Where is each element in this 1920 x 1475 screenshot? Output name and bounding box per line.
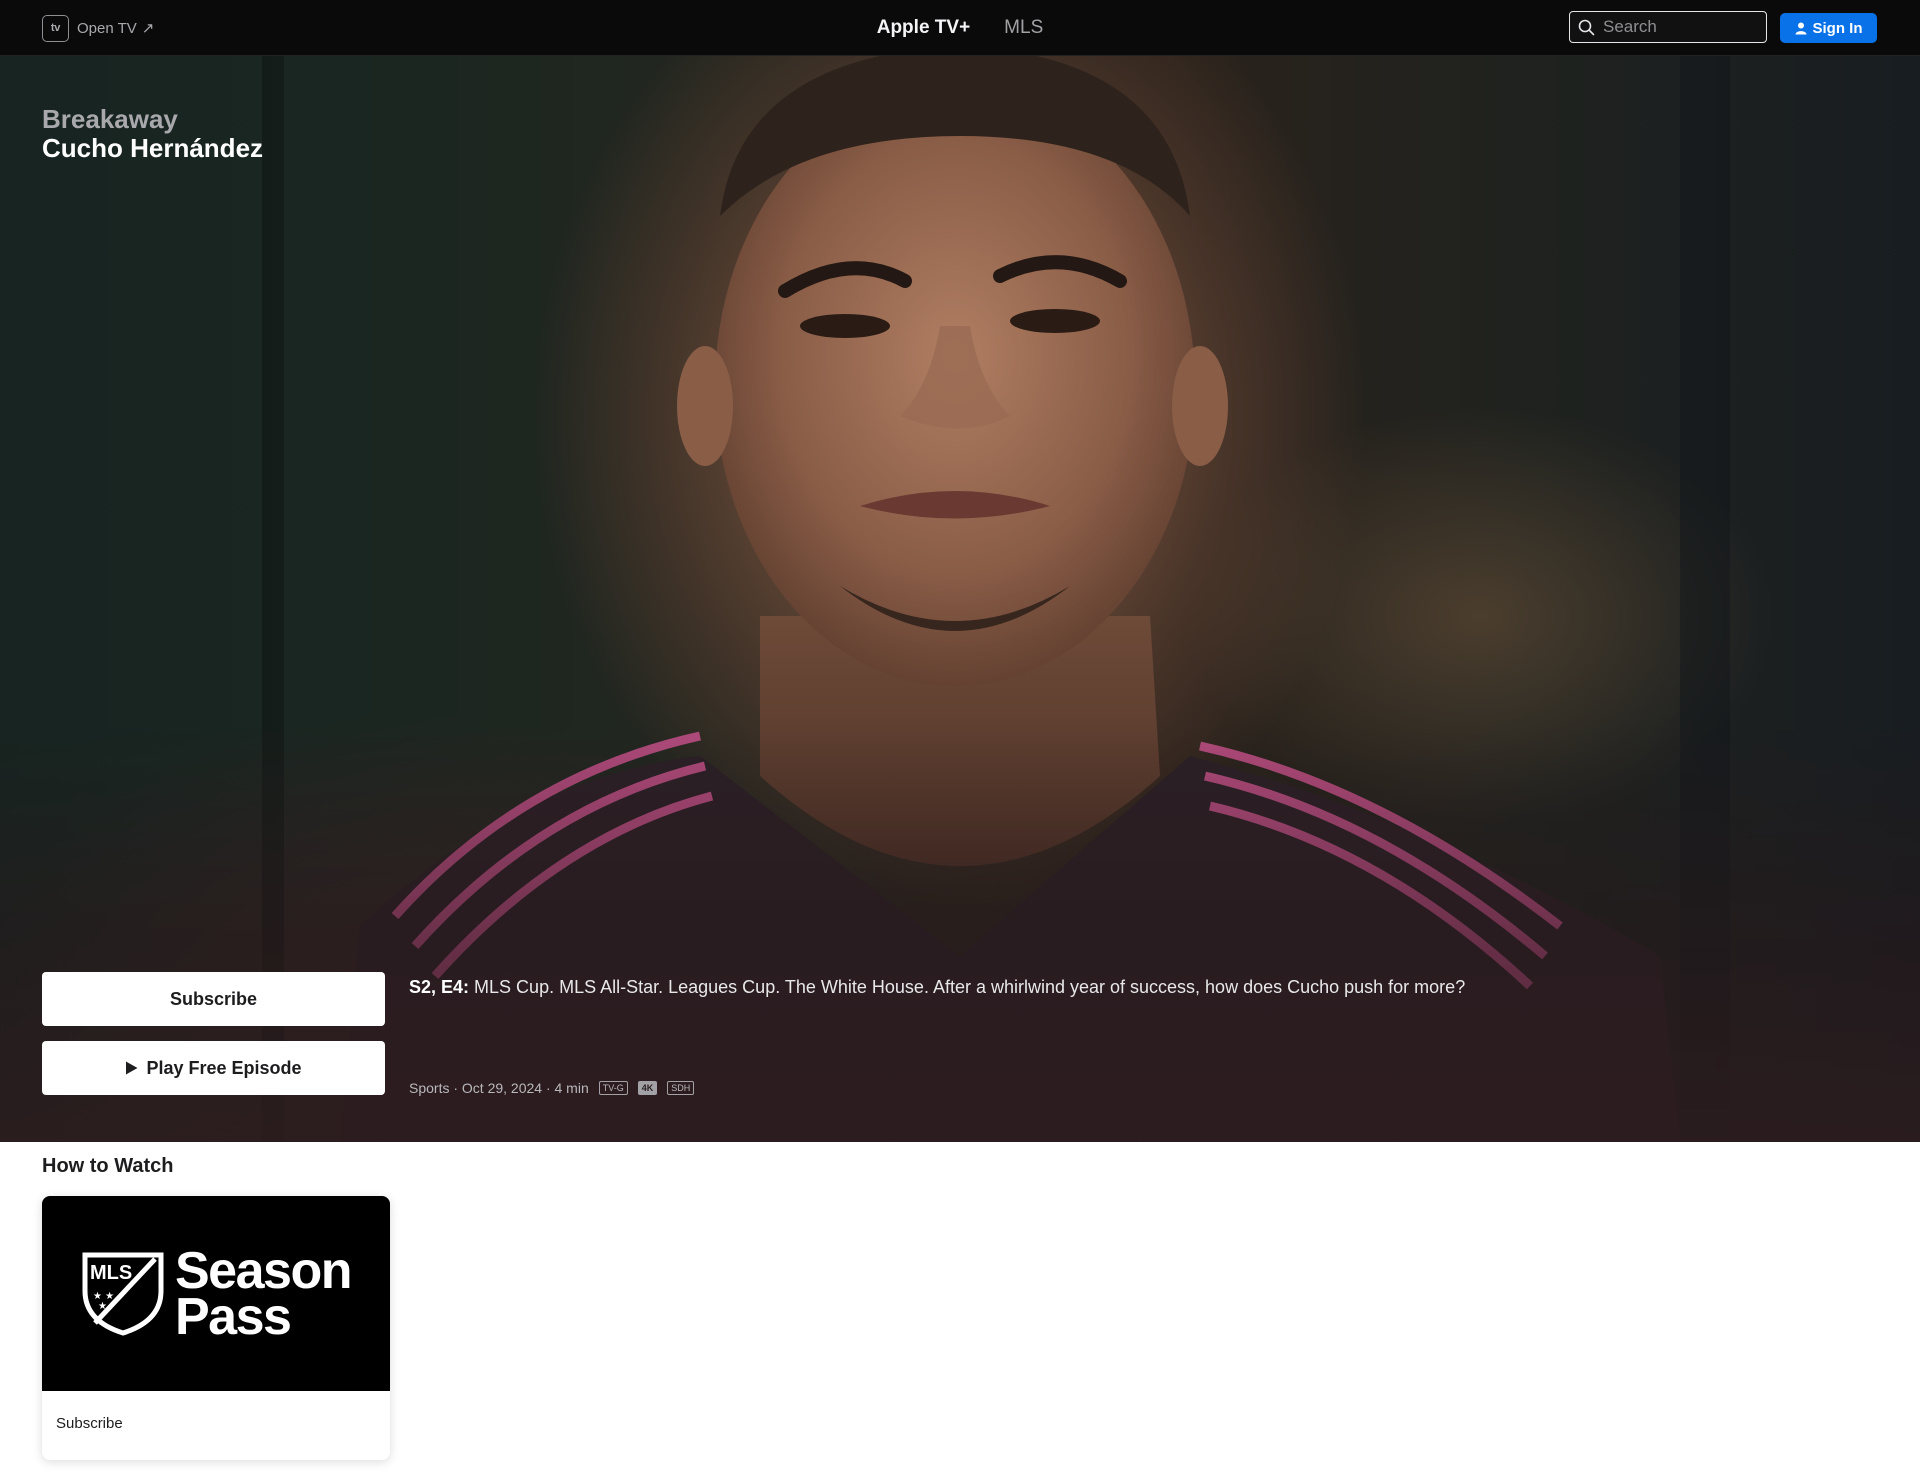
external-arrow-icon: ↗ — [141, 20, 155, 37]
play-free-episode-button[interactable]: Play Free Episode — [42, 1041, 385, 1095]
open-tv-label: Open TV — [77, 19, 137, 37]
search-icon — [1578, 19, 1595, 35]
mls-crest-icon: MLS ★ ★ ★ — [82, 1252, 164, 1336]
person-icon — [1795, 22, 1806, 34]
nav-link-mls[interactable]: MLS — [1004, 17, 1043, 39]
season-pass-title-line2: Pass — [175, 1287, 292, 1346]
episode-title: Cucho Hernández — [42, 133, 264, 163]
apple-tv-logo-icon: tv — [42, 14, 69, 42]
episode-metadata: Sports · Oct 29, 2024 · 4 min TV-G 4K SD… — [409, 1080, 695, 1096]
hero-banner: Breakaway Cucho Hernández Subscribe Play… — [0, 56, 1920, 1142]
search-box[interactable] — [1569, 11, 1767, 43]
season-pass-title: Season Pass — [175, 1241, 352, 1346]
season-pass-title-line1: Season — [175, 1241, 352, 1300]
search-input[interactable] — [1603, 17, 1753, 37]
subscribe-button[interactable]: Subscribe — [42, 972, 385, 1026]
apple-tv-logo-text: tv — [50, 22, 61, 34]
subscribe-label: Subscribe — [169, 988, 258, 1009]
play-icon — [126, 1061, 138, 1075]
how-to-watch-heading: How to Watch — [42, 1155, 174, 1177]
open-tv-link[interactable]: tv Open TV ↗ — [42, 14, 154, 42]
episode-synopsis: MLS Cup. MLS All-Star. Leagues Cup. The … — [474, 977, 1466, 997]
sign-in-label: Sign In — [1812, 19, 1863, 37]
episode-description: S2, E4: MLS Cup. MLS All-Star. Leagues C… — [409, 974, 1879, 1000]
season-pass-subscribe-label[interactable]: Subscribe — [56, 1415, 123, 1432]
sdh-badge: SDH — [667, 1081, 695, 1095]
svg-text:★: ★ — [98, 1301, 107, 1312]
sign-in-button[interactable]: Sign In — [1780, 13, 1877, 43]
metadata-text: Sports · Oct 29, 2024 · 4 min — [409, 1080, 589, 1096]
show-title: Breakaway — [42, 104, 178, 134]
4k-badge: 4K — [637, 1081, 658, 1095]
play-free-episode-label: Play Free Episode — [146, 1057, 302, 1078]
rating-badge: TV-G — [598, 1081, 628, 1095]
mls-logo-text: MLS — [90, 1262, 132, 1284]
episode-code: S2, E4: — [409, 977, 470, 997]
top-nav: tv Open TV ↗ Apple TV+ MLS Sign In — [0, 0, 1920, 56]
season-pass-card[interactable]: MLS ★ ★ ★ Season Pass Subscribe — [42, 1196, 390, 1460]
season-pass-artwork: MLS ★ ★ ★ Season Pass — [42, 1196, 390, 1391]
nav-link-apple-tv-plus[interactable]: Apple TV+ — [877, 17, 970, 39]
